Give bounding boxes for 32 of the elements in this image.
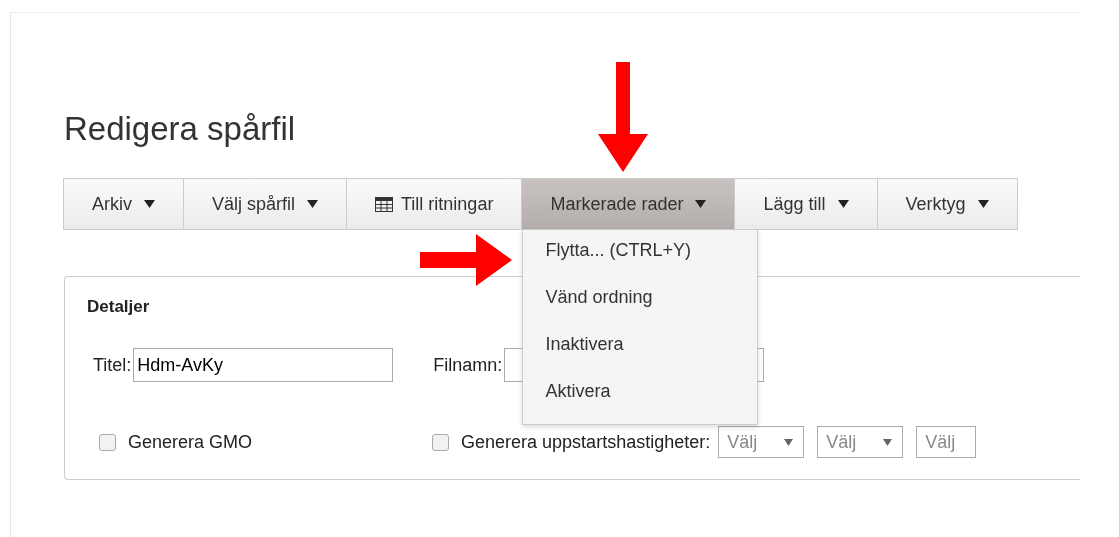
- caret-icon: [784, 438, 794, 446]
- arrow-icon: [598, 62, 649, 172]
- toolbar-button[interactable]: Verktyg: [876, 178, 1018, 230]
- menu-item[interactable]: Flytta... (CTRL+Y): [523, 232, 758, 279]
- menu-item[interactable]: Vänd ordning: [523, 279, 758, 326]
- menu-item[interactable]: Inaktivera: [523, 326, 758, 373]
- toolbar-button[interactable]: Lägg till: [734, 178, 878, 230]
- caret-icon: [977, 200, 989, 208]
- caret-icon: [837, 200, 849, 208]
- checkbox[interactable]: [99, 433, 116, 451]
- field-label: Filnamn:: [433, 354, 503, 376]
- arrow-icon: [420, 234, 513, 286]
- toolbar-button[interactable]: Till ritningar: [346, 178, 523, 230]
- panel-heading: Detaljer: [87, 297, 150, 317]
- caret-icon: [307, 200, 319, 208]
- select-dropdown[interactable]: Välj: [916, 426, 977, 458]
- caret-icon: [144, 200, 155, 208]
- title-field[interactable]: Hdm-AvKy: [133, 348, 394, 382]
- toolbar-button[interactable]: Arkiv: [63, 178, 184, 230]
- page-title: Redigera spårfil: [64, 110, 297, 149]
- select-dropdown[interactable]: Välj: [718, 426, 805, 458]
- select-dropdown[interactable]: Välj: [817, 426, 904, 458]
- checkbox-label: Generera uppstartshastigheter:: [461, 431, 711, 453]
- caret-icon: [883, 438, 893, 446]
- toolbar-button[interactable]: Markerade rader: [521, 178, 736, 230]
- caret-icon: [695, 200, 707, 208]
- menu-item[interactable]: Aktivera: [523, 373, 758, 420]
- field-label: Titel:: [93, 354, 132, 376]
- checkbox-label: Generera GMO: [128, 431, 253, 453]
- toolbar-button[interactable]: Välj spårfil: [183, 178, 348, 230]
- table-icon: [375, 196, 394, 212]
- checkbox[interactable]: [432, 433, 450, 451]
